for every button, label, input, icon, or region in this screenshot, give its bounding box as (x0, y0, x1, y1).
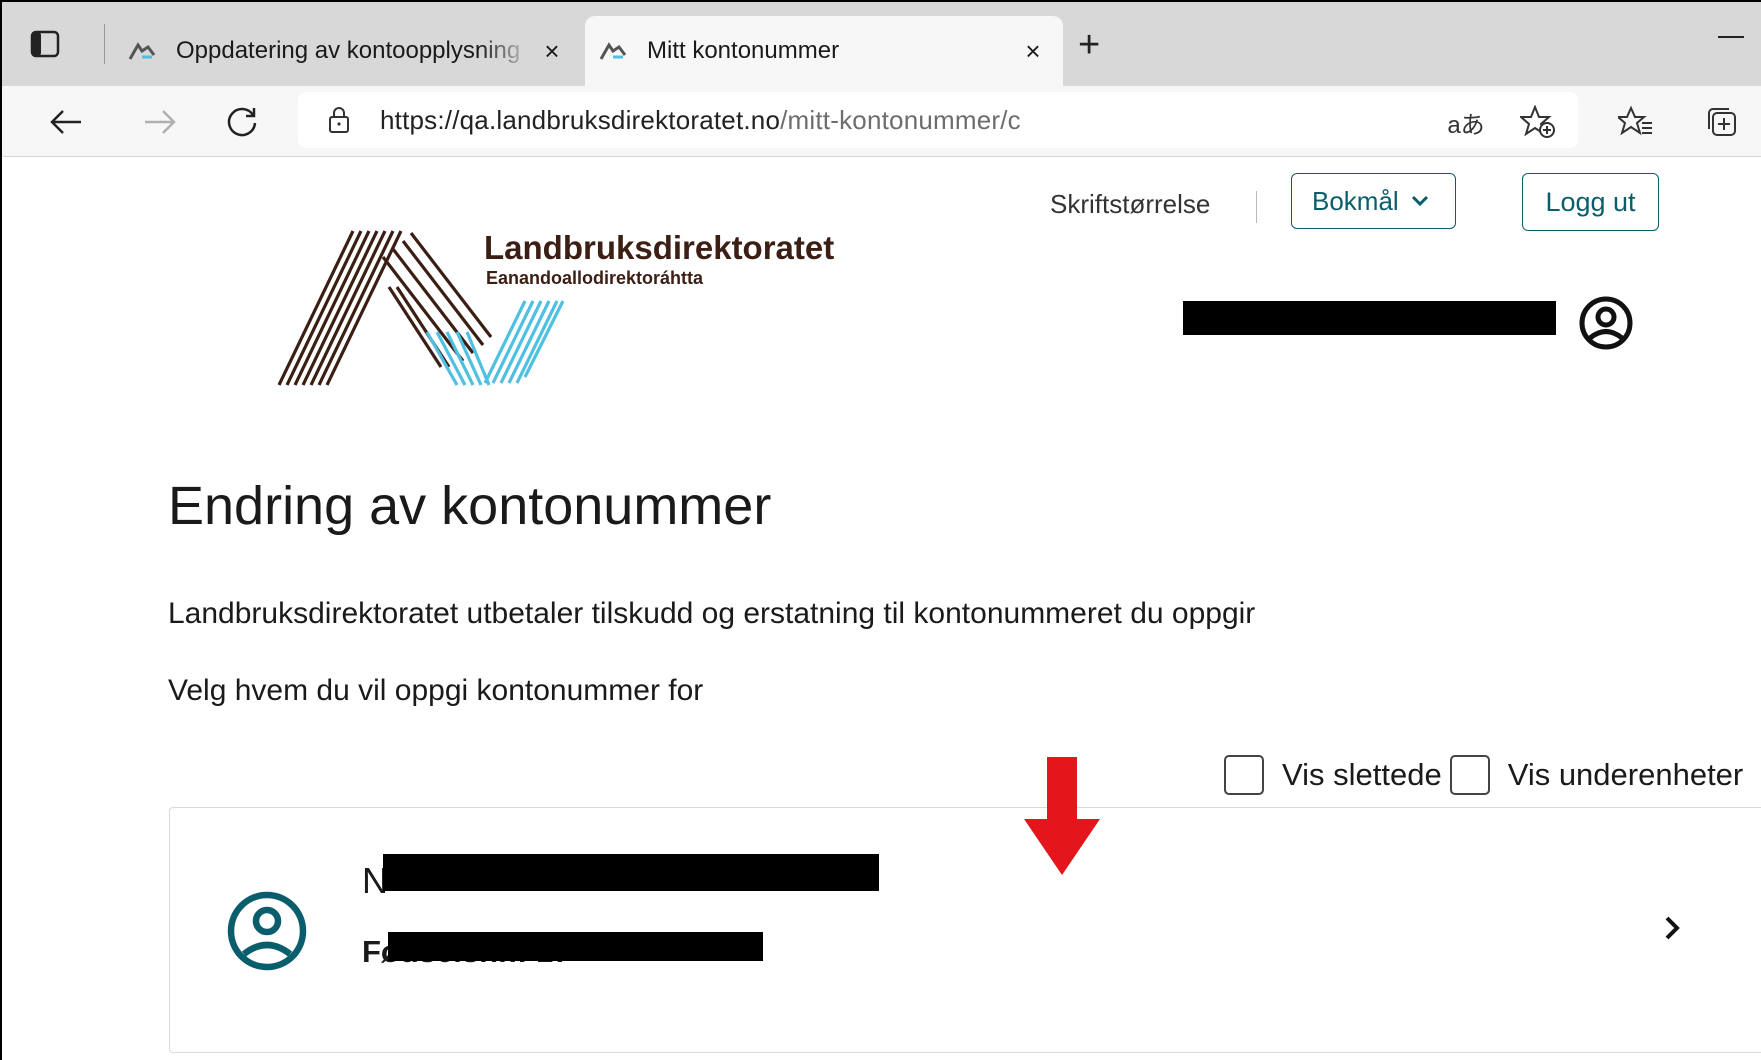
redacted-id (388, 932, 763, 961)
url-text[interactable]: https://qa.landbruksdirektoratet.no/mitt… (380, 105, 1021, 136)
user-account-icon[interactable] (1578, 295, 1634, 351)
refresh-icon[interactable] (222, 102, 262, 142)
logo-subtitle: Eanandoallodirektoráhtta (486, 268, 704, 288)
forward-arrow-icon[interactable] (140, 102, 180, 142)
collections-icon[interactable] (1702, 102, 1742, 142)
person-icon (227, 891, 307, 971)
annotation-arrow-icon (1024, 757, 1100, 875)
chevron-right-icon[interactable] (1658, 908, 1688, 948)
language-select[interactable]: Bokmål (1291, 173, 1456, 229)
url-host: https://qa.landbruksdirektoratet.no (380, 104, 781, 135)
browser-window: Oppdatering av kontoopplysning × Mitt ko… (0, 0, 1761, 1060)
close-tab-icon[interactable]: × (1013, 36, 1053, 67)
address-bar[interactable]: https://qa.landbruksdirektoratet.no/mitt… (298, 92, 1578, 148)
favorites-icon[interactable] (1616, 102, 1656, 142)
show-deleted-checkbox[interactable] (1224, 755, 1264, 795)
intro-text: Landbruksdirektoratet utbetaler tilskudd… (168, 597, 1256, 630)
tab-mitt-kontonummer[interactable]: Mitt kontonummer × (585, 16, 1063, 86)
lock-icon[interactable] (328, 106, 350, 134)
page-content: Skriftstørrelse Bokmål Logg ut Landbruks… (2, 157, 1761, 1060)
logo-title: Landbruksdirektoratet (484, 229, 835, 266)
tab-title: Oppdatering av kontoopplysning (176, 37, 521, 64)
site-favicon-icon (128, 42, 156, 60)
person-card[interactable]: N Fødselsnr.: 17 (169, 807, 1761, 1053)
close-tab-icon[interactable]: × (532, 36, 572, 67)
new-tab-button[interactable]: + (1078, 26, 1100, 64)
filter-options: Vis slettede Vis underenheter (1224, 755, 1743, 795)
redacted-username (1183, 301, 1556, 335)
show-subunits-checkbox[interactable] (1449, 755, 1490, 795)
minimize-window-button[interactable] (1718, 36, 1744, 38)
tab-actions-icon[interactable] (30, 30, 60, 58)
url-path: /mitt-kontonummer/c (780, 104, 1021, 135)
show-deleted-label[interactable]: Vis slettede (1282, 757, 1442, 793)
instruction-text: Velg hvem du vil oppgi kontonummer for (168, 674, 704, 707)
address-toolbar: https://qa.landbruksdirektoratet.no/mitt… (2, 86, 1761, 157)
show-subunits-label[interactable]: Vis underenheter (1508, 757, 1744, 793)
header-divider (1256, 191, 1257, 223)
font-size-link[interactable]: Skriftstørrelse (1050, 189, 1210, 220)
back-arrow-icon[interactable] (46, 102, 86, 142)
page-title: Endring av kontonummer (168, 476, 772, 536)
chevron-down-icon (1411, 195, 1428, 207)
tab-oppdatering[interactable]: Oppdatering av kontoopplysning × (114, 16, 582, 86)
redacted-name (383, 854, 879, 891)
logout-button[interactable]: Logg ut (1522, 173, 1659, 231)
site-favicon-icon (599, 42, 627, 60)
language-value: Bokmål (1312, 185, 1399, 216)
tab-bar: Oppdatering av kontoopplysning × Mitt ko… (2, 2, 1761, 86)
add-favorite-icon[interactable] (1518, 102, 1558, 142)
tab-title: Mitt kontonummer (647, 37, 840, 64)
tab-separator (104, 24, 105, 64)
read-aloud-icon[interactable]: aあ (1446, 102, 1486, 142)
